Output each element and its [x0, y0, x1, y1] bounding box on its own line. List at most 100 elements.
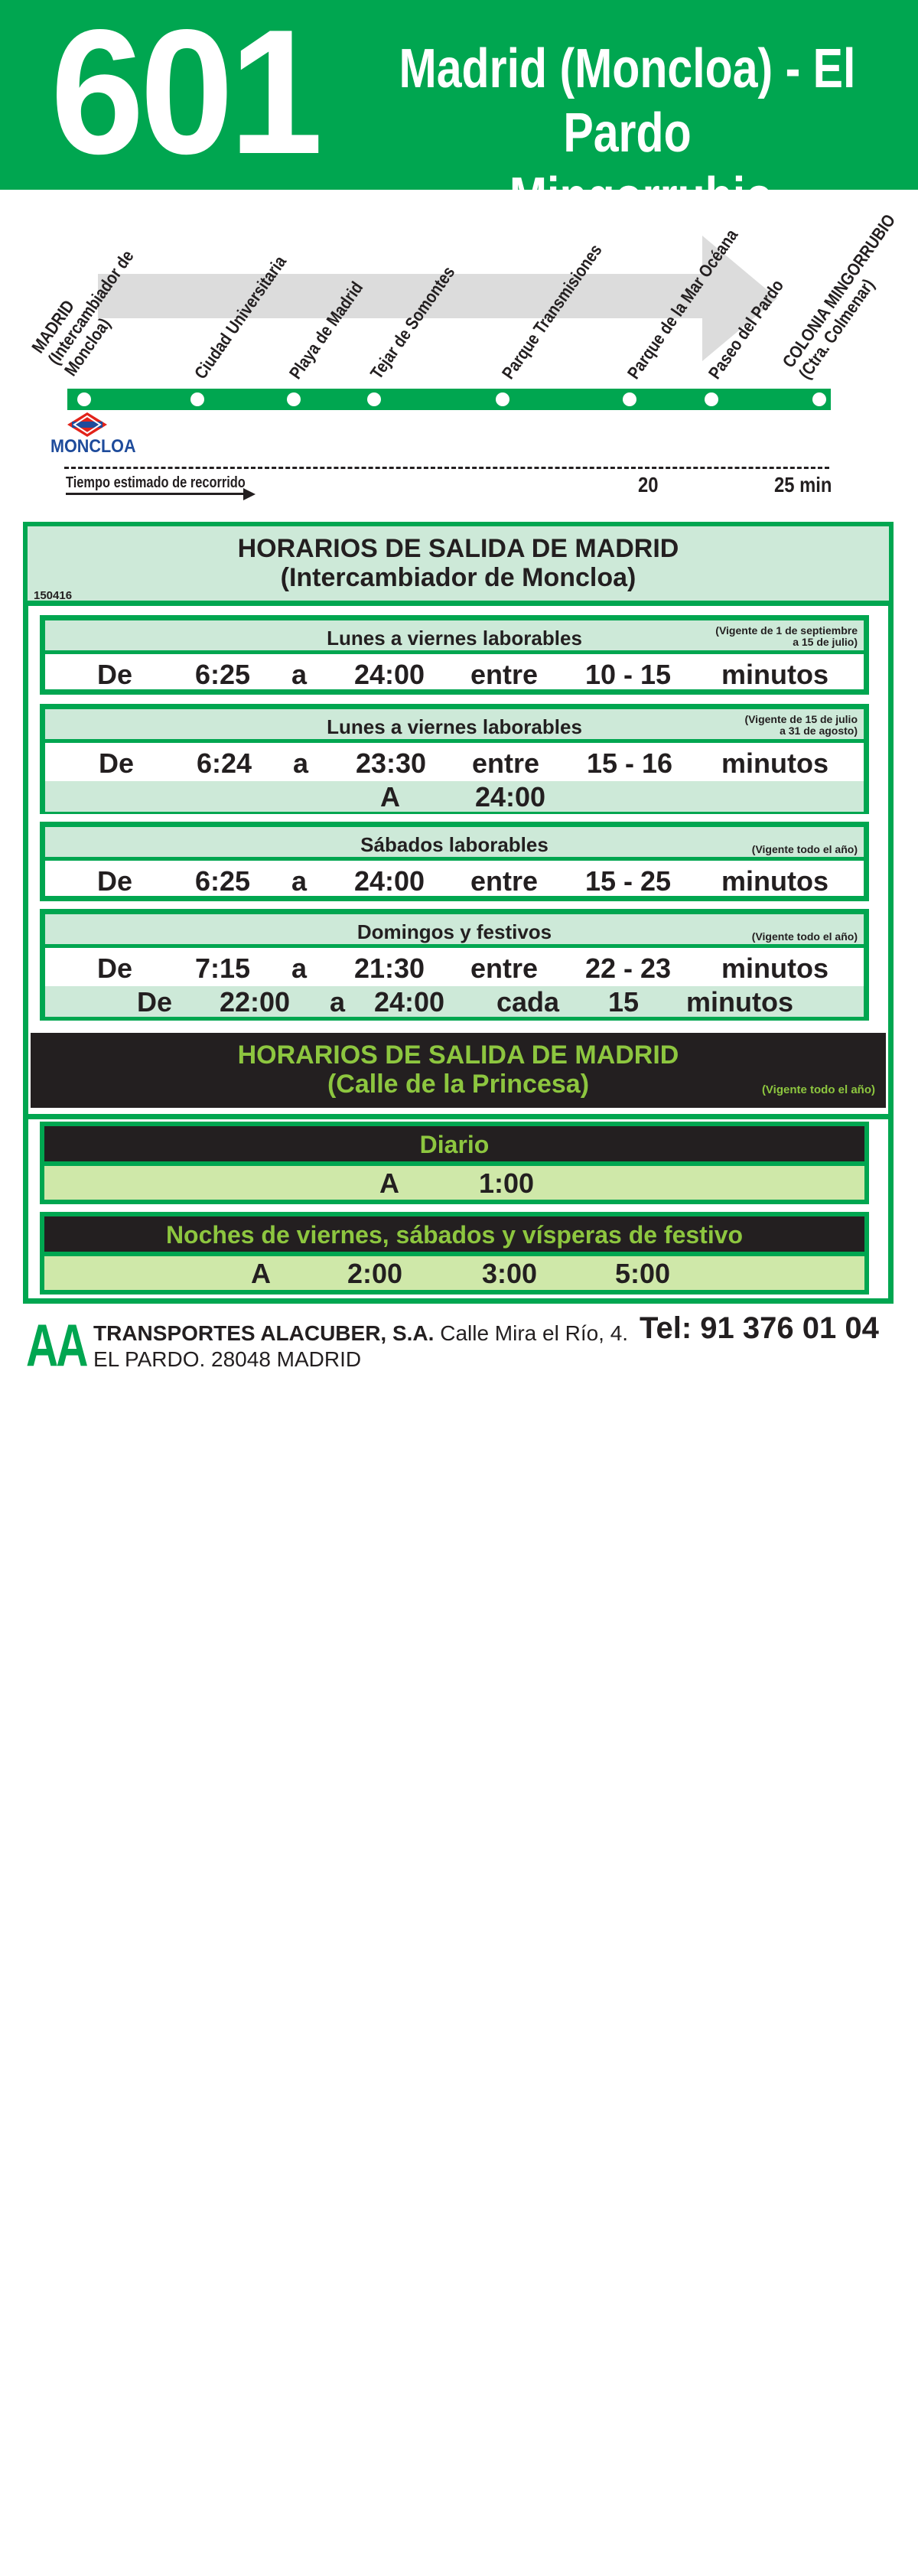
company-logo: AA — [26, 1311, 88, 1379]
travel-arrow-icon — [243, 488, 256, 500]
section-princesa-validity-note: (Vigente todo el año) — [761, 1083, 875, 1096]
schedule-validity-note: (Vigente de 1 de septiembre a 15 de juli… — [715, 625, 858, 648]
section-moncloa-title-line2: (Intercambiador de Moncloa) — [280, 563, 636, 592]
section-moncloa-header: HORARIOS DE SALIDA DE MADRID (Intercambi… — [28, 526, 889, 606]
schedule-header: Sábados laborables (Vigente todo el año) — [45, 827, 864, 861]
schedule-cell: 10 - 15 — [585, 659, 672, 690]
schedule-cell: 1:00 — [479, 1168, 535, 1199]
nights-schedule-header: Noches de viernes, sábados y vísperas de… — [40, 1212, 869, 1252]
schedule-cell: 7:15 — [195, 953, 251, 984]
timeline-dashed-line — [64, 467, 829, 469]
schedule-validity-note: (Vigente todo el año) — [751, 843, 858, 855]
schedule-header: Lunes a viernes laborables (Vigente de 1… — [45, 709, 864, 743]
schedule-cell: De — [97, 865, 133, 897]
schedule-title: Domingos y festivos — [356, 920, 552, 943]
daily-schedule-row: A 1:00 — [40, 1166, 869, 1204]
schedule-cell: entre — [472, 747, 540, 779]
schedule-validity-note-line2: a 31 de agosto) — [780, 725, 858, 737]
schedule-weekdays-regular: Lunes a viernes laborables (Vigente de 1… — [40, 615, 869, 695]
stop-dot — [190, 392, 204, 406]
schedule-cell: minutos — [686, 986, 793, 1018]
metro-station-name: MONCLOA — [50, 436, 136, 457]
company-address: Calle Mira el Río, 4. — [434, 1321, 629, 1345]
schedule-cell: a — [291, 953, 308, 984]
schedule-cell: 6:25 — [195, 659, 251, 690]
schedule-cell: 3:00 — [482, 1258, 538, 1289]
schedule-weekdays-summer: Lunes a viernes laborables (Vigente de 1… — [40, 704, 869, 814]
stop-dot — [623, 392, 636, 406]
schedule-validity-note-line1: (Vigente de 15 de julio — [744, 713, 858, 725]
time-mark-25: 25 min — [774, 473, 832, 497]
schedule-cell: 24:00 — [374, 986, 445, 1018]
metro-logo-icon — [67, 412, 107, 437]
schedule-cell: 24:00 — [354, 865, 425, 897]
phone-number: Tel: 91 376 01 04 — [640, 1311, 879, 1345]
stop-dot — [496, 392, 509, 406]
schedule-cell: De — [97, 659, 133, 690]
schedule-row: De 6:25 a 24:00 entre 10 - 15 minutos — [45, 654, 864, 692]
daily-schedule-header: Diario — [40, 1122, 869, 1161]
schedule-cell: 21:30 — [354, 953, 425, 984]
company-info: TRANSPORTES ALACUBER, S.A. Calle Mira el… — [93, 1321, 628, 1373]
schedule-sundays-holidays: Domingos y festivos (Vigente todo el año… — [40, 909, 869, 1021]
stop-dot — [77, 392, 91, 406]
schedule-cell: 22 - 23 — [585, 953, 672, 984]
company-address-line2: EL PARDO. 28048 MADRID — [93, 1347, 362, 1371]
company-name: TRANSPORTES ALACUBER, S.A. — [93, 1321, 435, 1345]
section-moncloa-title-line1: HORARIOS DE SALIDA DE MADRID — [237, 534, 679, 563]
travel-time-label: Tiempo estimado de recorrido — [66, 474, 246, 491]
schedule-cell: 24:00 — [354, 659, 425, 690]
schedule-cell: 15 - 25 — [585, 865, 672, 897]
nights-schedule-title: Noches de viernes, sábados y vísperas de… — [165, 1221, 744, 1249]
header-banner: 601 Madrid (Moncloa) - El Pardo - Mingor… — [0, 0, 918, 228]
daily-schedule-title: Diario — [419, 1131, 490, 1158]
schedule-row: A 24:00 — [45, 781, 864, 813]
schedule-cell: A — [380, 781, 400, 813]
schedule-cell: entre — [470, 953, 539, 984]
schedule-row: De 6:25 a 24:00 entre 15 - 25 minutos — [45, 861, 864, 899]
schedule-cell: a — [291, 865, 308, 897]
section-moncloa-title: HORARIOS DE SALIDA DE MADRID (Intercambi… — [28, 534, 889, 592]
schedule-cell: 15 — [608, 986, 640, 1018]
schedule-validity-note-line1: (Vigente de 1 de septiembre — [715, 624, 858, 637]
route-title-line1: Madrid (Moncloa) - El Pardo — [399, 38, 856, 164]
schedule-validity-note: (Vigente todo el año) — [751, 930, 858, 943]
section-princesa-title: HORARIOS DE SALIDA DE MADRID (Calle de l… — [31, 1040, 886, 1099]
schedule-header: Lunes a viernes laborables (Vigente de 1… — [45, 620, 864, 654]
schedule-validity-note-line2: a 15 de julio) — [793, 636, 858, 648]
schedule-cell: De — [97, 953, 133, 984]
stop-dot — [812, 392, 826, 406]
schedule-cell: entre — [470, 659, 539, 690]
schedule-cell: a — [291, 659, 308, 690]
stop-dot — [705, 392, 718, 406]
schedule-title: Sábados laborables — [360, 833, 549, 856]
schedule-header: Domingos y festivos (Vigente todo el año… — [45, 914, 864, 948]
schedule-cell: minutos — [721, 865, 828, 897]
stop-dot — [287, 392, 301, 406]
schedule-cell: minutos — [721, 659, 828, 690]
schedule-cell: minutos — [721, 747, 828, 779]
schedule-cell: 2:00 — [347, 1258, 403, 1289]
schedule-row: De 6:24 a 23:30 entre 15 - 16 minutos — [45, 743, 864, 781]
schedule-cell: 22:00 — [220, 986, 291, 1018]
section-princesa-title-line1: HORARIOS DE SALIDA DE MADRID — [237, 1040, 679, 1070]
schedule-row: De 7:15 a 21:30 entre 22 - 23 minutos — [45, 948, 864, 986]
schedule-title: Lunes a viernes laborables — [327, 715, 582, 738]
schedule-cell: A — [251, 1258, 271, 1289]
schedule-cell: 6:25 — [195, 865, 251, 897]
time-mark-20: 20 — [638, 473, 659, 497]
section-princesa-title-line2: (Calle de la Princesa) — [327, 1070, 590, 1099]
schedule-cell: cada — [496, 986, 560, 1018]
schedule-cell: 24:00 — [475, 781, 546, 813]
schedule-cell: 15 - 16 — [587, 747, 673, 779]
schedule-cell: entre — [470, 865, 539, 897]
company-line1: TRANSPORTES ALACUBER, S.A. Calle Mira el… — [93, 1321, 628, 1347]
schedule-cell: 23:30 — [356, 747, 427, 779]
schedule-cell: De — [99, 747, 135, 779]
schedule-cell: 5:00 — [615, 1258, 671, 1289]
schedule-validity-note: (Vigente de 15 de julio a 31 de agosto) — [744, 714, 858, 737]
stop-label-colonia-mingorrubio: COLONIA MINGORRUBIO (Ctra. Colmenar) — [778, 210, 900, 383]
schedule-cell: De — [137, 986, 173, 1018]
nights-schedule-row: A 2:00 3:00 5:00 — [40, 1256, 869, 1295]
document-code: 150416 — [34, 589, 73, 602]
